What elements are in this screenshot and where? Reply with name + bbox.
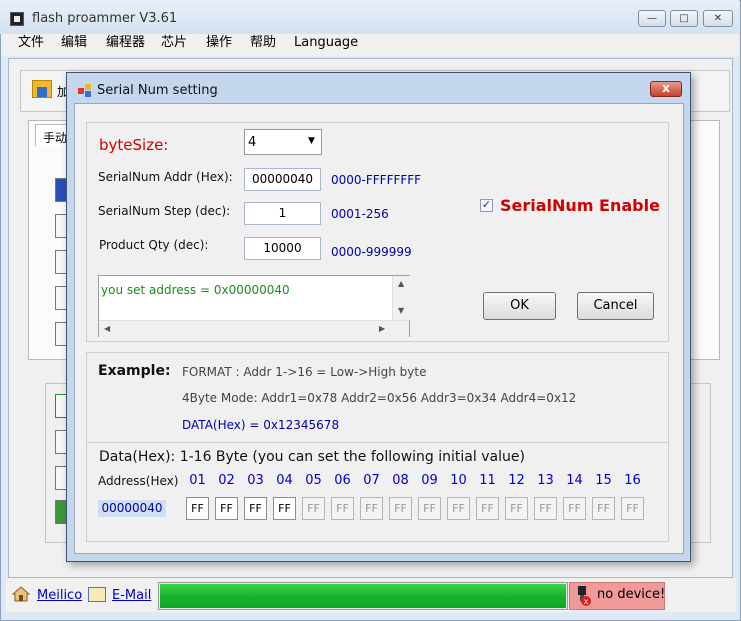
byte-column-11: 11 [479,473,496,488]
cancel-button[interactable]: Cancel [577,292,654,320]
progress-fill [160,584,566,608]
byte-column-07: 07 [363,473,380,488]
menu-edit[interactable]: 编辑 [61,34,87,54]
log-horizontal-scrollbar[interactable]: ◀ ▶ [99,320,409,337]
menu-help[interactable]: 帮助 [250,34,276,54]
close-button[interactable]: ✕ [703,10,733,27]
dialog-title: Serial Num setting [97,83,218,98]
maximize-button[interactable]: □ [670,10,698,27]
serialnum-addr-range: 0000-FFFFFFFF [331,173,422,187]
menu-file[interactable]: 文件 [18,34,44,54]
byte-column-09: 09 [421,473,438,488]
serialnum-enable-checkbox[interactable]: ✓ [480,199,493,212]
product-qty-input[interactable]: 10000 [244,237,321,260]
log-vertical-scrollbar[interactable]: ▲ ▼ [392,276,410,320]
byte-cell-input[interactable]: FF [592,497,615,520]
serialnum-step-label: SerialNum Step (dec): [98,204,231,218]
bytesize-value: 4 [248,135,257,150]
example-format: FORMAT : Addr 1->16 = Low->High byte [182,365,427,379]
product-qty-label: Product Qty (dec): [99,238,209,252]
scroll-up-icon[interactable]: ▲ [398,279,404,288]
byte-cell-input[interactable]: FF [447,497,470,520]
byte-column-04: 04 [276,473,293,488]
usb-disconnected-icon: x [578,586,591,606]
byte-cell-input[interactable]: FF [186,497,209,520]
scroll-right-icon[interactable]: ▶ [379,324,385,333]
byte-column-12: 12 [508,473,525,488]
byte-column-03: 03 [247,473,264,488]
menu-language[interactable]: Language [294,34,358,54]
byte-column-16: 16 [624,473,641,488]
serialnum-step-range: 0001-256 [331,207,389,221]
open-folder-icon[interactable] [32,80,52,98]
byte-cell-input[interactable]: FF [505,497,528,520]
byte-column-08: 08 [392,473,409,488]
chevron-down-icon[interactable]: ▼ [308,136,315,146]
menu-operation[interactable]: 操作 [206,34,232,54]
dialog-close-button[interactable]: x [650,81,682,97]
byte-cell-input[interactable]: FF [563,497,586,520]
byte-cell-input[interactable]: FF [389,497,412,520]
email-link[interactable]: E-Mail [112,588,151,603]
example-mode: 4Byte Mode: Addr1=0x78 Addr2=0x56 Addr3=… [182,391,577,405]
byte-cell-input[interactable]: FF [360,497,383,520]
example-data: DATA(Hex) = 0x12345678 [182,418,340,432]
byte-cell-input[interactable]: FF [215,497,238,520]
app-title: flash proammer V3.61 [32,11,178,26]
menu-chip[interactable]: 芯片 [161,34,187,54]
byte-column-06: 06 [334,473,351,488]
scroll-left-icon[interactable]: ◀ [104,324,110,333]
bytesize-label: byteSize: [99,136,169,154]
byte-cell-input[interactable]: FF [244,497,267,520]
mail-icon[interactable] [88,587,106,602]
svg-text:x: x [584,597,589,606]
byte-column-13: 13 [537,473,554,488]
progress-bar [158,582,568,610]
dialog-icon [78,84,91,97]
byte-column-02: 02 [218,473,235,488]
byte-cell-input[interactable]: FF [476,497,499,520]
meilico-link[interactable]: Meilico [37,588,82,603]
byte-column-10: 10 [450,473,467,488]
byte-cell-input[interactable]: FF [418,497,441,520]
ok-button[interactable]: OK [483,292,556,320]
data-title: Data(Hex): 1-16 Byte (you can set the fo… [99,449,525,465]
byte-column-15: 15 [595,473,612,488]
home-icon[interactable] [12,586,30,602]
minimize-button[interactable]: — [638,10,666,27]
byte-cell-input[interactable]: FF [331,497,354,520]
product-qty-range: 0000-999999 [331,245,412,259]
byte-column-01: 01 [189,473,206,488]
address-header: Address(Hex) [98,474,179,488]
serialnum-enable-label[interactable]: SerialNum Enable [500,196,660,215]
log-text: you set address = 0x00000040 [101,283,290,297]
serialnum-step-input[interactable]: 1 [244,202,321,225]
serialnum-addr-input[interactable]: 00000040 [244,168,321,191]
byte-column-14: 14 [566,473,583,488]
address-value: 00000040 [98,500,166,517]
app-icon [10,12,24,26]
scroll-down-icon[interactable]: ▼ [398,306,404,315]
serialnum-addr-label: SerialNum Addr (Hex): [98,170,233,184]
no-device-text: no device! [597,587,666,602]
menu-programmer[interactable]: 编程器 [106,34,145,54]
example-label: Example: [98,363,171,379]
byte-cell-input[interactable]: FF [302,497,325,520]
byte-cell-input[interactable]: FF [621,497,644,520]
byte-cell-input[interactable]: FF [534,497,557,520]
byte-column-05: 05 [305,473,322,488]
byte-cell-input[interactable]: FF [273,497,296,520]
